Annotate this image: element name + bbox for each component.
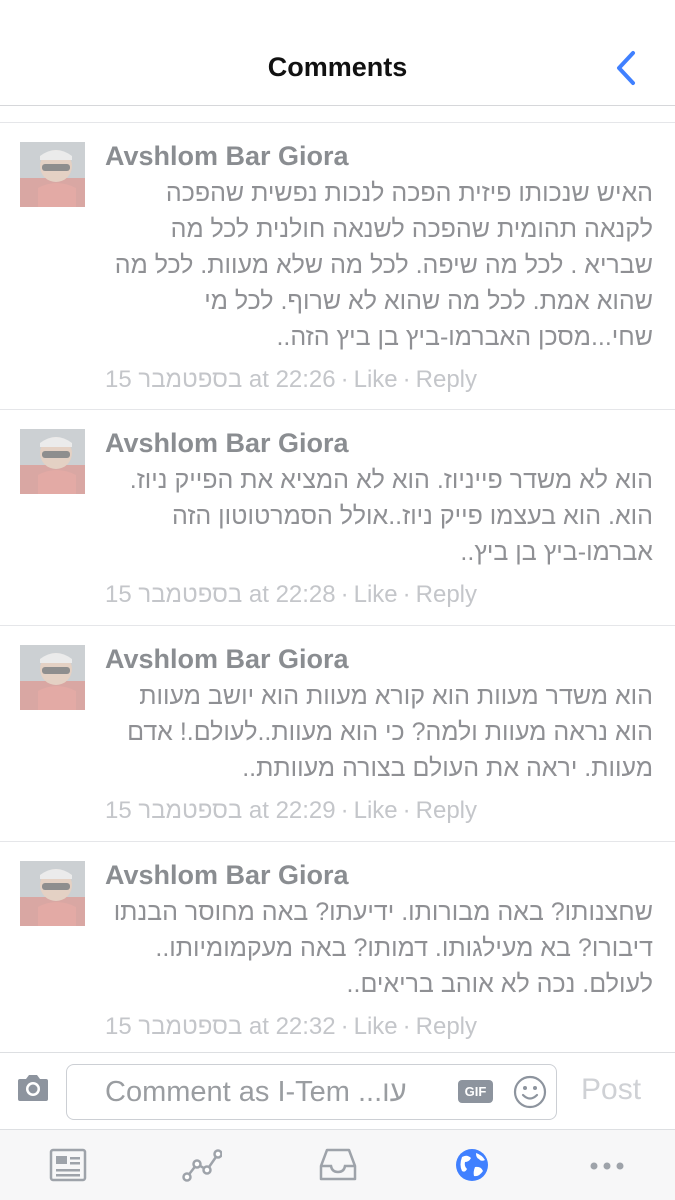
more-dots-icon	[590, 1162, 624, 1170]
comment-meta: בספטמבר 15 at 22:29 · Like · Reply	[105, 797, 478, 824]
tab-activity[interactable]	[182, 1146, 222, 1184]
reply-link[interactable]: Reply	[416, 581, 477, 608]
comment-meta: בספטמבר 15 at 22:28 · Like · Reply	[105, 581, 478, 608]
like-link[interactable]: Like	[354, 797, 398, 824]
like-link[interactable]: Like	[354, 1013, 398, 1040]
comment-time-separator: at	[248, 581, 269, 608]
comment-composer: Comment as I-Tem ...עו GIF Post	[0, 1052, 675, 1129]
tab-news-feed[interactable]	[48, 1146, 88, 1184]
comment-date: בספטמבר 15	[105, 366, 243, 393]
bottom-tab-bar	[0, 1129, 675, 1200]
news-feed-icon	[49, 1148, 87, 1182]
comment-date: בספטמבר 15	[105, 1013, 243, 1040]
avatar[interactable]	[20, 429, 85, 494]
reply-link[interactable]: Reply	[416, 797, 477, 824]
comment-date: בספטמבר 15	[105, 581, 243, 608]
page-title: Comments	[267, 52, 408, 82]
comment-author[interactable]: Avshlom Bar Giora	[105, 426, 653, 460]
comment-time: 22:28	[275, 581, 336, 608]
comment-text: האיש שנכותו פיזית הפכה לנכות נפשית שהפכה…	[114, 179, 653, 351]
comment-time: 22:26	[275, 366, 336, 393]
avatar[interactable]	[20, 142, 85, 207]
comment-time-separator: at	[248, 1013, 269, 1040]
comment-text: שחצנותו? באה מבורותו. ידיעתו? באה מחוסר …	[113, 898, 653, 998]
globe-icon	[456, 1149, 488, 1181]
like-link[interactable]: Like	[354, 366, 398, 393]
tab-inbox[interactable]	[318, 1146, 358, 1184]
comment-author[interactable]: Avshlom Bar Giora	[105, 642, 653, 676]
header-bar: Comments	[0, 0, 675, 106]
reply-link[interactable]: Reply	[416, 1013, 477, 1040]
inbox-tray-icon	[319, 1148, 357, 1181]
comment-item: Avshlom Bar Giora שחצנותו? באה מבורותו. …	[0, 842, 675, 1052]
comments-list[interactable]: Avshlom Bar Giora האיש שנכותו פיזית הפכה…	[0, 122, 675, 1052]
comment-item: Avshlom Bar Giora הוא משדר מעוות הוא קור…	[0, 626, 675, 842]
comment-author[interactable]: Avshlom Bar Giora	[105, 139, 653, 173]
comment-item: Avshlom Bar Giora האיש שנכותו פיזית הפכה…	[0, 123, 675, 410]
comment-time-separator: at	[248, 366, 269, 393]
comment-author[interactable]: Avshlom Bar Giora	[105, 858, 653, 892]
comment-text: הוא לא משדר פייניוז. הוא לא המציא את הפי…	[129, 466, 653, 566]
camera-icon	[18, 1075, 48, 1101]
comment-text: הוא משדר מעוות הוא קורא מעוות הוא יושב מ…	[127, 682, 653, 782]
back-button[interactable]	[609, 48, 649, 88]
comment-meta: בספטמבר 15 at 22:26 · Like · Reply	[105, 366, 478, 393]
camera-button[interactable]	[15, 1073, 51, 1103]
comment-time-separator: at	[248, 797, 269, 824]
comment-input-placeholder: Comment as I-Tem ...עו	[105, 1076, 407, 1108]
emoji-button[interactable]	[513, 1075, 547, 1109]
tab-notifications[interactable]	[452, 1146, 492, 1184]
comment-time: 22:32	[275, 1013, 336, 1040]
chevron-left-icon	[617, 51, 635, 85]
comment-time: 22:29	[275, 797, 336, 824]
line-graph-icon	[182, 1149, 222, 1182]
reply-link[interactable]: Reply	[416, 366, 477, 393]
tab-more[interactable]	[587, 1146, 627, 1184]
post-button[interactable]: Post	[581, 1073, 641, 1107]
avatar[interactable]	[20, 645, 85, 710]
avatar[interactable]	[20, 861, 85, 926]
comment-input[interactable]: Comment as I-Tem ...עו GIF	[66, 1064, 557, 1120]
comment-meta: בספטמבר 15 at 22:32 · Like · Reply	[105, 1013, 478, 1040]
comment-date: בספטמבר 15	[105, 797, 243, 824]
gif-button[interactable]: GIF	[458, 1080, 493, 1103]
like-link[interactable]: Like	[354, 581, 398, 608]
smiley-icon	[513, 1075, 547, 1109]
comment-item: Avshlom Bar Giora הוא לא משדר פייניוז. ה…	[0, 410, 675, 626]
